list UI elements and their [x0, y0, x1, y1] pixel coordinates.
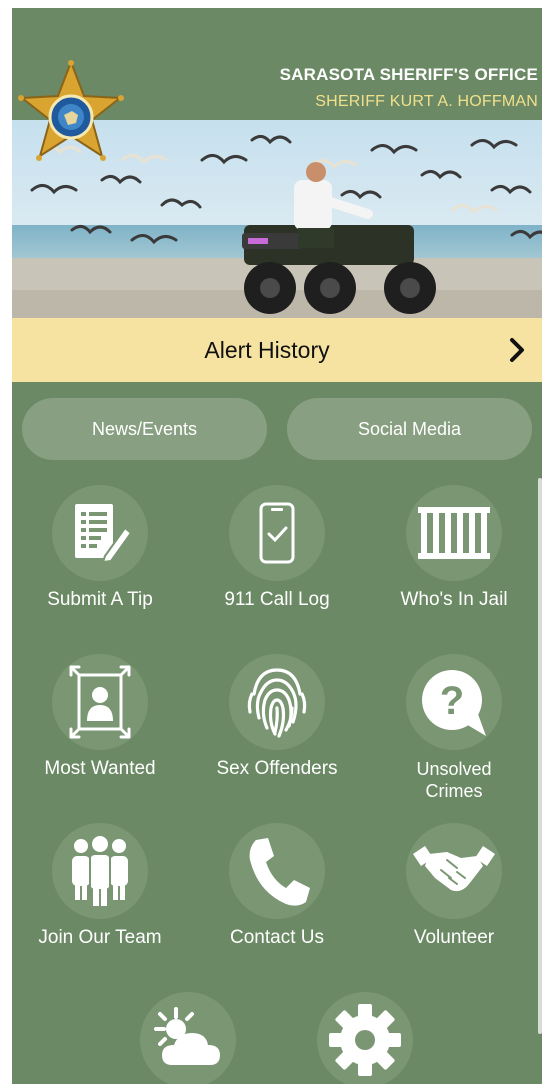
unsolved-crimes-tile[interactable]: ? Unsolved Crimes [369, 654, 539, 802]
contact-us-tile[interactable]: Contact Us [192, 823, 362, 949]
contact-us-label: Contact Us [230, 927, 324, 948]
weather-tile[interactable] [103, 992, 273, 1084]
submit-a-tip-label: Submit A Tip [47, 589, 153, 610]
join-our-team-label: Join Our Team [38, 927, 162, 948]
tip-document-pencil-icon [75, 504, 133, 564]
sex-offenders-label: Sex Offenders [216, 758, 338, 779]
911-call-log-tile[interactable]: 911 Call Log [192, 485, 362, 611]
svg-text:?: ? [440, 679, 464, 723]
chevron-right-icon [510, 338, 524, 362]
gear-icon [329, 1004, 401, 1076]
weather-sun-cloud-icon [154, 1007, 220, 1065]
most-wanted-tile[interactable]: Most Wanted [15, 654, 185, 780]
app-screen: SARASOTA SHERIFF'S OFFICE SHERIFF KURT A… [12, 8, 542, 1084]
phone-handset-icon [249, 838, 310, 906]
whos-in-jail-label: Who's In Jail [400, 589, 508, 610]
volunteer-tile[interactable]: Volunteer [369, 823, 539, 949]
social-media-button[interactable]: Social Media [287, 398, 532, 460]
fingerprint-icon [247, 668, 307, 738]
sheriff-name: SHERIFF KURT A. HOFFMAN [315, 93, 538, 110]
phone-check-icon [259, 502, 295, 564]
911-call-log-label: 911 Call Log [224, 589, 330, 610]
handshake-icon [413, 846, 495, 892]
sex-offenders-tile[interactable]: Sex Offenders [192, 654, 362, 780]
whos-in-jail-tile[interactable]: Who's In Jail [369, 485, 539, 611]
submit-a-tip-tile[interactable]: Submit A Tip [15, 485, 185, 611]
join-our-team-tile[interactable]: Join Our Team [15, 823, 185, 949]
question-bubble-icon: ? [422, 670, 486, 736]
unsolved-crimes-label: Unsolved Crimes [416, 759, 492, 801]
jail-bars-icon [418, 507, 490, 559]
agency-name: SARASOTA SHERIFF'S OFFICE [279, 65, 538, 84]
most-wanted-label: Most Wanted [44, 758, 156, 779]
volunteer-label: Volunteer [413, 927, 495, 948]
alert-history-bar[interactable]: Alert History [12, 318, 542, 382]
group-people-icon [72, 836, 128, 906]
alert-history-label: Alert History [204, 337, 330, 363]
settings-tile[interactable] [280, 992, 450, 1084]
sheriff-star-badge-icon [18, 60, 124, 161]
wanted-poster-icon [69, 665, 131, 739]
news-events-button[interactable]: News/Events [22, 398, 267, 460]
